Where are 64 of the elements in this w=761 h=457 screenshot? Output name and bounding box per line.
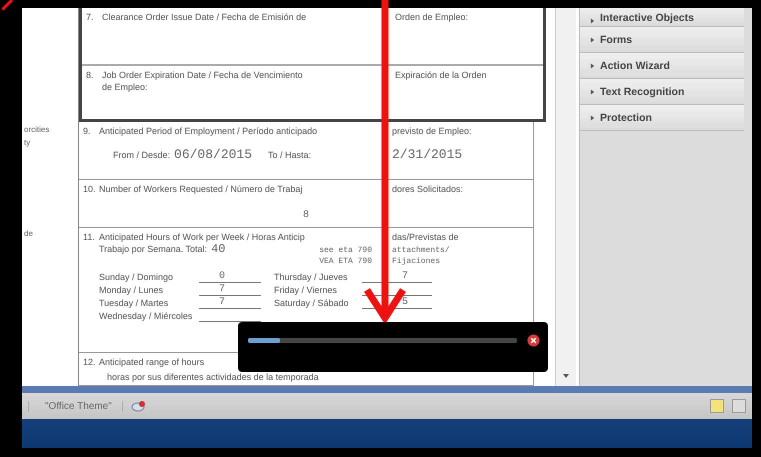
day-label: Friday / Viernes bbox=[274, 284, 338, 296]
item-number: 11. bbox=[83, 231, 96, 243]
from-date: 06/08/2015 bbox=[174, 149, 252, 161]
expand-triangle-icon bbox=[590, 88, 595, 94]
day-label: Monday / Lunes bbox=[99, 284, 164, 296]
day-label: Thursday / Jueves bbox=[274, 271, 349, 283]
field-label: de Empleo: bbox=[101, 81, 149, 93]
fill-in-line: 7 bbox=[199, 284, 261, 296]
day-label: Tuesday / Martes bbox=[99, 297, 170, 309]
normal-view-icon[interactable] bbox=[710, 399, 724, 413]
item-number: 12. bbox=[83, 356, 97, 368]
field-label: Number of Workers Requested / Número de Trabaj bbox=[99, 183, 302, 195]
total-value: 40 bbox=[211, 243, 226, 255]
item-number: 10. bbox=[83, 183, 97, 195]
field-label: horas por sus diferentes actividades de la temporada bbox=[106, 371, 320, 383]
from-label: From / Desde: bbox=[113, 149, 170, 161]
day-label: Wednesday / Miércoles bbox=[99, 310, 194, 322]
close-icon[interactable] bbox=[527, 334, 540, 347]
fill-in-line: 0 bbox=[199, 271, 261, 283]
field-label: Clearance Order Issue Date / Fecha de Emisión de bbox=[102, 11, 306, 23]
typed-note: VEA ETA 790 bbox=[319, 256, 372, 267]
field-label: Orden de Empleo: bbox=[395, 11, 468, 23]
expand-triangle-icon bbox=[590, 62, 595, 68]
margin-text: orcities bbox=[24, 125, 50, 134]
item-number: 9. bbox=[83, 125, 92, 137]
panel-header[interactable]: Forms bbox=[580, 27, 744, 53]
day-label: Sunday / Domingo bbox=[99, 271, 174, 283]
expand-triangle-icon bbox=[590, 114, 595, 120]
field-label: dores Solicitados: bbox=[392, 183, 464, 195]
item-number: 8. bbox=[86, 69, 95, 81]
slide-sorter-icon[interactable] bbox=[732, 399, 746, 413]
fill-in-line: 7 bbox=[199, 297, 261, 309]
field-label: das/Previstas de bbox=[392, 231, 459, 243]
panel-header[interactable]: Text Recognition bbox=[580, 79, 744, 105]
margin-text: ty bbox=[24, 138, 30, 147]
item-number: 7. bbox=[86, 11, 95, 23]
field-label: Expiración de la Orden bbox=[395, 69, 487, 81]
field-label: Trabajo por Semana. Total: bbox=[98, 243, 208, 255]
expand-triangle-icon bbox=[590, 36, 595, 42]
typed-note: see eta 790 bbox=[319, 245, 372, 256]
typed-note: attachments/ bbox=[392, 245, 450, 256]
day-label: Saturday / Sábado bbox=[274, 297, 350, 309]
language-icon[interactable] bbox=[130, 400, 147, 412]
workers-value: 8 bbox=[302, 210, 309, 221]
to-date: 2/31/2015 bbox=[392, 149, 462, 161]
fill-in-line: 5 bbox=[362, 297, 432, 309]
panel-header[interactable]: Protection bbox=[580, 105, 744, 131]
field-label: Anticipated range of hours bbox=[99, 356, 204, 368]
annotation-stroke bbox=[2, 0, 14, 10]
fill-in-line: 7 bbox=[362, 271, 432, 283]
field-label: Anticipated Hours of Work per Week / Horas Anticip bbox=[99, 231, 305, 243]
field-label: previsto de Empleo: bbox=[392, 125, 472, 137]
field-label: Job Order Expiration Date / Fecha de Vencimiento bbox=[102, 69, 303, 81]
scroll-down-icon[interactable] bbox=[563, 374, 569, 378]
margin-text: de bbox=[24, 229, 33, 238]
panel-header[interactable]: Action Wizard bbox=[580, 53, 744, 79]
panel-header[interactable]: Interactive Objects bbox=[580, 8, 744, 27]
fill-in-line bbox=[362, 295, 432, 296]
typed-note: Fijaciones bbox=[392, 256, 440, 267]
to-label: To / Hasta: bbox=[268, 149, 312, 161]
field-label: Anticipated Period of Employment / Período anticipado bbox=[99, 125, 318, 137]
scrollbar[interactable] bbox=[555, 8, 576, 386]
theme-name[interactable]: "Office Theme" bbox=[28, 400, 123, 412]
expand-triangle-icon bbox=[590, 18, 595, 24]
